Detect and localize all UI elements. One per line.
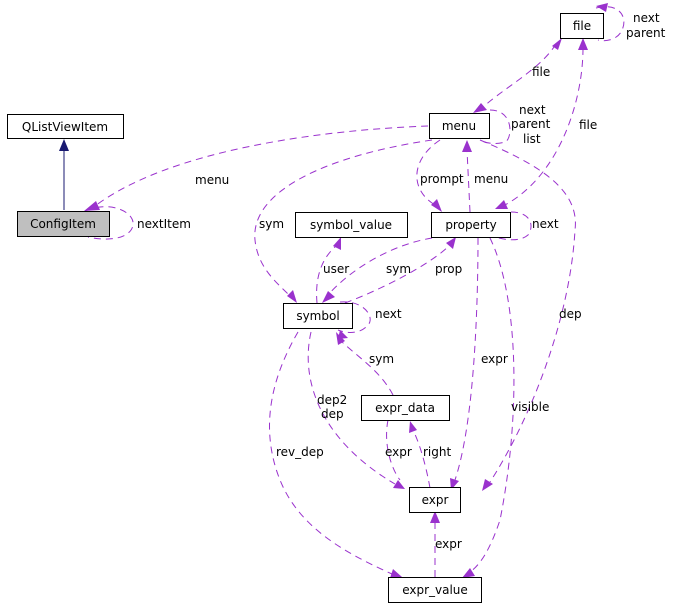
edge-label-file: file xyxy=(532,65,550,79)
edge-arrow xyxy=(431,199,442,212)
edge-label-dep2: dep2 xyxy=(317,393,347,407)
edge-label-exprdata-expr: expr xyxy=(385,445,412,459)
node-label: expr xyxy=(422,493,449,507)
edge-arrow xyxy=(409,421,417,433)
node-symbol-value[interactable]: symbol_value xyxy=(295,212,408,238)
edge-arrow xyxy=(333,237,341,250)
edge-label-prop: prop xyxy=(435,262,462,276)
edge-arrow xyxy=(482,479,493,491)
node-expr[interactable]: expr xyxy=(409,487,461,513)
edge-label-menu: menu xyxy=(195,173,229,187)
edge-label-property-menu: menu xyxy=(474,172,508,186)
edge-label-exprvalue-expr: expr xyxy=(435,537,462,551)
node-qlistviewitem[interactable]: QListViewItem xyxy=(7,114,124,139)
edge-label-file-parent: parent xyxy=(626,26,666,40)
node-label: symbol_value xyxy=(310,218,392,232)
edge-label-property-expr: expr xyxy=(481,352,508,366)
node-configitem[interactable]: ConfigItem xyxy=(17,211,110,237)
edge-label-menu-sym: sym xyxy=(259,217,284,231)
node-label: QListViewItem xyxy=(22,120,108,134)
edge-label-prompt: prompt xyxy=(420,172,464,186)
edge-menu-configitem xyxy=(94,125,429,207)
node-expr-data[interactable]: expr_data xyxy=(361,395,450,421)
edge-expr-exprdata xyxy=(412,429,431,489)
edge-exprdata-symbol xyxy=(339,339,394,396)
edge-arrow xyxy=(578,38,588,50)
edge-property-menu xyxy=(466,149,471,213)
node-label: expr_data xyxy=(375,401,435,415)
edge-label-right: right xyxy=(423,445,451,459)
edge-label-property-sym: sym xyxy=(386,262,411,276)
edge-arrow xyxy=(462,140,472,152)
edge-label-user: user xyxy=(323,262,349,276)
edge-arrow xyxy=(59,139,69,151)
edge-label-file-next: next xyxy=(633,11,660,25)
edge-arrow xyxy=(84,201,100,211)
edge-label-exprdata-sym: sym xyxy=(369,352,394,366)
edge-label-file-property: file xyxy=(579,118,597,132)
edge-label-menu-next: next xyxy=(519,103,546,117)
edge-arrow xyxy=(322,291,335,303)
edge-arrow xyxy=(390,569,402,578)
node-symbol[interactable]: symbol xyxy=(283,303,353,329)
edge-property-exprvalue xyxy=(469,237,515,573)
node-label: ConfigItem xyxy=(30,217,96,231)
edge-label-visible: visible xyxy=(511,400,549,414)
edge-arrow xyxy=(446,237,456,249)
node-property[interactable]: property xyxy=(431,212,511,238)
node-label: property xyxy=(445,218,496,232)
edge-label-menu-list: list xyxy=(523,132,541,146)
node-label: file xyxy=(573,19,591,33)
edge-label-dep: dep xyxy=(559,307,582,321)
edge-label-property-next: next xyxy=(532,217,559,231)
node-menu[interactable]: menu xyxy=(429,113,490,139)
edge-label-menu-parent: parent xyxy=(511,117,551,131)
edge-label-symbol-next: next xyxy=(375,307,402,321)
node-label: menu xyxy=(442,119,476,133)
edge-arrow xyxy=(473,103,487,113)
edge-label-nextitem: nextItem xyxy=(137,217,191,231)
edge-label-rev-dep: rev_dep xyxy=(276,445,324,459)
node-label: expr_value xyxy=(402,583,468,597)
node-file[interactable]: file xyxy=(560,13,604,39)
node-label: symbol xyxy=(296,309,339,323)
collaboration-diagram: nextItem menu next parent file next pare… xyxy=(7,3,666,603)
edge-arrow xyxy=(287,290,297,303)
edge-arrow xyxy=(393,480,405,489)
edge-label-symbol-dep: dep xyxy=(321,407,344,421)
node-expr-value[interactable]: expr_value xyxy=(388,577,482,603)
